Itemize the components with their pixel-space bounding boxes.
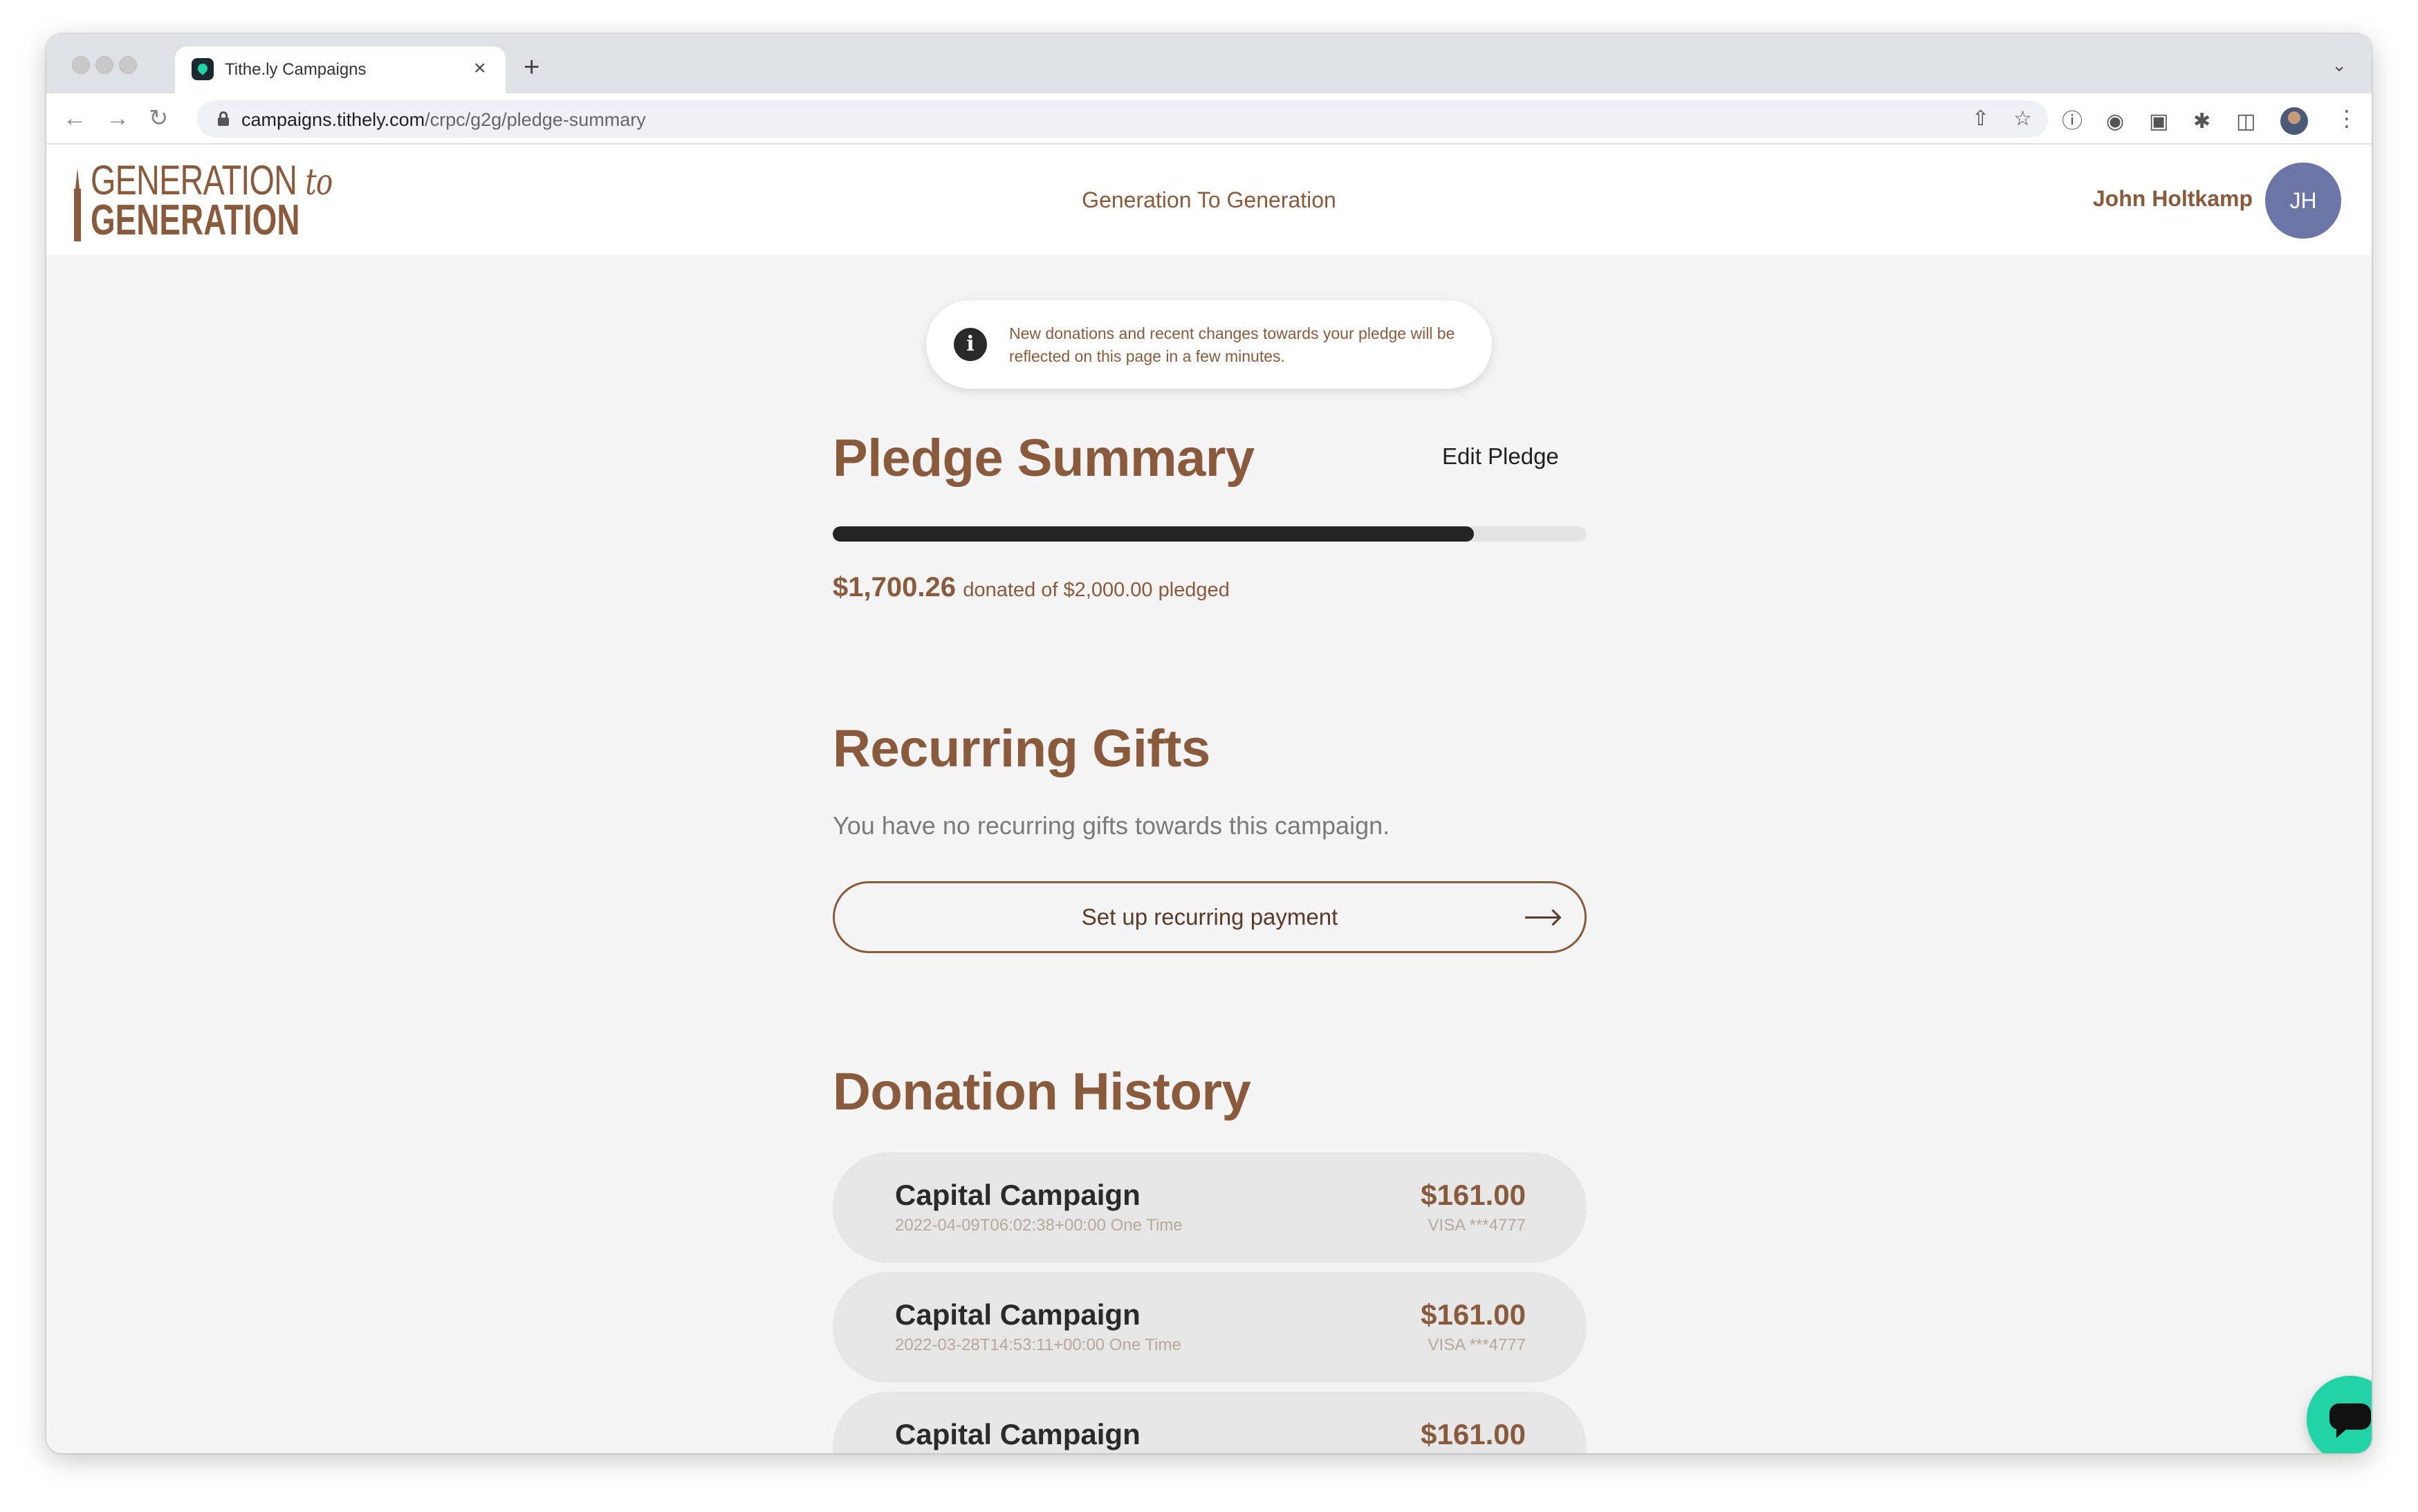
reload-icon[interactable]: ↻ <box>149 104 169 132</box>
user-name[interactable]: John Holtkamp <box>2093 186 2253 212</box>
donation-amount: $161.00 <box>1421 1298 1526 1331</box>
browser-window: Tithe.ly Campaigns × + ⌄ ← → ↻ campaigns… <box>46 34 2372 1453</box>
address-bar[interactable]: campaigns.tithely.com/crpc/g2g/pledge-su… <box>197 100 2048 138</box>
new-tab-icon[interactable]: + <box>524 53 539 81</box>
donated-summary: $1,700.26 donated of $2,000.00 pledged <box>833 572 1230 603</box>
right-arrow-icon <box>1525 916 1558 919</box>
donation-amount: $161.00 <box>1421 1179 1526 1211</box>
setup-recurring-label: Set up recurring payment <box>1081 904 1338 930</box>
minimize-window-button[interactable] <box>95 56 113 74</box>
browser-profile-avatar[interactable] <box>2280 107 2308 135</box>
setup-recurring-payment-button[interactable]: Set up recurring payment <box>833 881 1587 953</box>
browser-tab[interactable]: Tithe.ly Campaigns × <box>175 46 506 93</box>
share-icon[interactable]: ⇧ <box>1972 107 1989 131</box>
donation-campaign-name: Capital Campaign <box>895 1179 1141 1211</box>
close-tab-icon[interactable]: × <box>474 56 486 81</box>
recurring-gifts-heading: Recurring Gifts <box>833 719 1210 778</box>
donation-campaign-name: Capital Campaign <box>895 1418 1141 1450</box>
donation-campaign-name: Capital Campaign <box>895 1298 1141 1331</box>
close-window-button[interactable] <box>72 56 90 74</box>
donation-history-item[interactable]: Capital Campaign 2022-04-09T06:02:38+00:… <box>833 1152 1587 1263</box>
browser-toolbar: ← → ↻ campaigns.tithely.com/crpc/g2g/ple… <box>46 93 2372 145</box>
extensions-puzzle-icon[interactable]: ✱ <box>2193 110 2211 133</box>
donation-payment-method: VISA ***4777 <box>1428 1336 1526 1354</box>
chat-support-button[interactable] <box>2307 1376 2372 1453</box>
donated-label: donated of $2,000.00 pledged <box>963 579 1230 601</box>
donation-payment-method: VISA ***4777 <box>1428 1216 1526 1235</box>
lock-icon <box>218 111 229 126</box>
screenshot-extension-icon[interactable]: ▣ <box>2149 110 2168 133</box>
tithely-favicon-icon <box>192 58 214 80</box>
chat-bubble-icon <box>2329 1403 2371 1438</box>
donation-date: 2022-04-09T06:02:38+00:00 One Time <box>895 1216 1183 1235</box>
camera-extension-icon[interactable]: ◉ <box>2106 110 2124 133</box>
url-text[interactable]: campaigns.tithely.com/crpc/g2g/pledge-su… <box>241 109 646 131</box>
edit-pledge-link[interactable]: Edit Pledge <box>1442 443 1559 470</box>
password-extension-icon[interactable]: ⓘ <box>2062 110 2083 133</box>
pledge-progress-bar <box>833 526 1587 542</box>
tab-title: Tithe.ly Campaigns <box>225 60 367 79</box>
site-header: GENERATION to GENERATION Generation To G… <box>46 145 2372 255</box>
info-icon: i <box>954 328 987 361</box>
back-arrow-icon[interactable]: ← <box>63 104 86 132</box>
donation-history-heading: Donation History <box>833 1062 1251 1121</box>
update-notice: i New donations and recent changes towar… <box>926 300 1492 389</box>
donation-date: 2022-03-28T14:53:11+00:00 One Time <box>895 1336 1181 1354</box>
no-recurring-text: You have no recurring gifts towards this… <box>833 811 1390 840</box>
forward-arrow-icon[interactable]: → <box>106 104 129 132</box>
campaign-title: Generation To Generation <box>1082 187 1336 212</box>
donated-amount: $1,700.26 <box>833 572 956 602</box>
notice-text: New donations and recent changes towards… <box>1009 324 1455 365</box>
tab-bar: Tithe.ly Campaigns × + ⌄ <box>46 34 2372 93</box>
donation-history-item[interactable]: Capital Campaign 2022-03-28T14:53:11+00:… <box>833 1272 1587 1383</box>
donation-history-item[interactable]: Capital Campaign $161.00 <box>833 1392 1587 1453</box>
tab-search-chevron-icon[interactable]: ⌄ <box>2332 55 2347 76</box>
side-panel-icon[interactable]: ◫ <box>2236 110 2255 133</box>
donation-amount: $161.00 <box>1421 1418 1526 1450</box>
pledge-progress-fill <box>833 526 1474 542</box>
browser-menu-icon[interactable]: ⋮ <box>2336 106 2358 131</box>
zoom-window-button[interactable] <box>119 56 137 74</box>
bookmark-star-icon[interactable]: ☆ <box>2013 107 2032 131</box>
user-avatar[interactable]: JH <box>2265 163 2341 239</box>
